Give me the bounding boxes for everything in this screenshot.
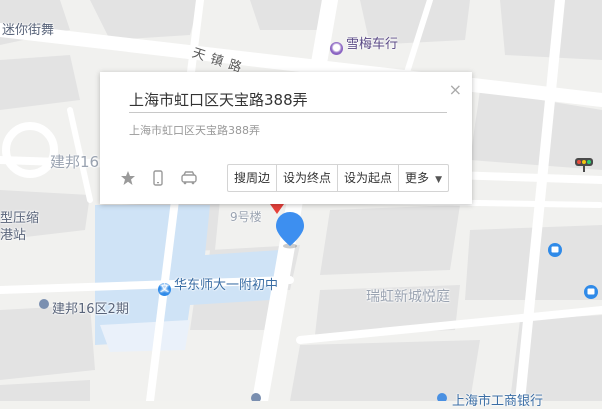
popup-action-bar: 搜周边 设为终点 设为起点 更多 ▼ xyxy=(227,164,449,192)
map-label-jianbang16-top: 建邦16 xyxy=(50,153,100,171)
map-label-bank: 上海市工商银行 xyxy=(452,394,544,409)
caret-down-icon: ▼ xyxy=(435,175,442,185)
more-dropdown-button[interactable]: 更多 ▼ xyxy=(399,165,448,191)
map-label-yasuo-2: 港站 xyxy=(0,228,27,243)
star-icon[interactable] xyxy=(120,170,136,186)
location-info-popup: 上海市虹口区天宝路388弄 上海市虹口区天宝路388弄 × 搜周边 设为终点 设… xyxy=(100,72,472,204)
more-label: 更多 xyxy=(405,171,430,185)
poi-ecnu-school: 文华东师大一附初中 xyxy=(158,274,278,296)
poi-xuemei: ● 雪梅车行 xyxy=(330,33,398,55)
shop-icon: ● xyxy=(330,42,343,55)
map-label-mimi: 迷你街舞 xyxy=(2,23,55,38)
search-nearby-button[interactable]: 搜周边 xyxy=(228,165,278,191)
car-icon[interactable] xyxy=(180,170,197,186)
bus-stop-icon xyxy=(548,243,562,257)
map-label-ruihong: 瑞虹新城悦庭 xyxy=(366,289,450,305)
set-origin-button[interactable]: 设为起点 xyxy=(338,165,400,191)
school-icon: 文 xyxy=(158,283,171,296)
bus-stop-icon-right xyxy=(584,285,598,299)
phone-icon[interactable] xyxy=(150,170,166,186)
map-label-building9: 9号楼 xyxy=(230,210,262,224)
poi-ecnu-school-label: 华东师大一附初中 xyxy=(174,278,279,293)
set-destination-button[interactable]: 设为终点 xyxy=(277,165,339,191)
poi-xuemei-label: 雪梅车行 xyxy=(346,37,399,52)
school-grounds xyxy=(100,320,190,352)
poi-marker-icon-left xyxy=(39,299,49,309)
map-label-jianbang16-phase2: 建邦16区2期 xyxy=(52,302,129,317)
popup-address: 上海市虹口区天宝路388弄 xyxy=(129,124,260,137)
close-icon[interactable]: × xyxy=(449,80,462,99)
popup-title-divider xyxy=(129,112,447,113)
popup-icon-row xyxy=(120,170,197,186)
popup-title: 上海市虹口区天宝路388弄 xyxy=(129,91,308,109)
